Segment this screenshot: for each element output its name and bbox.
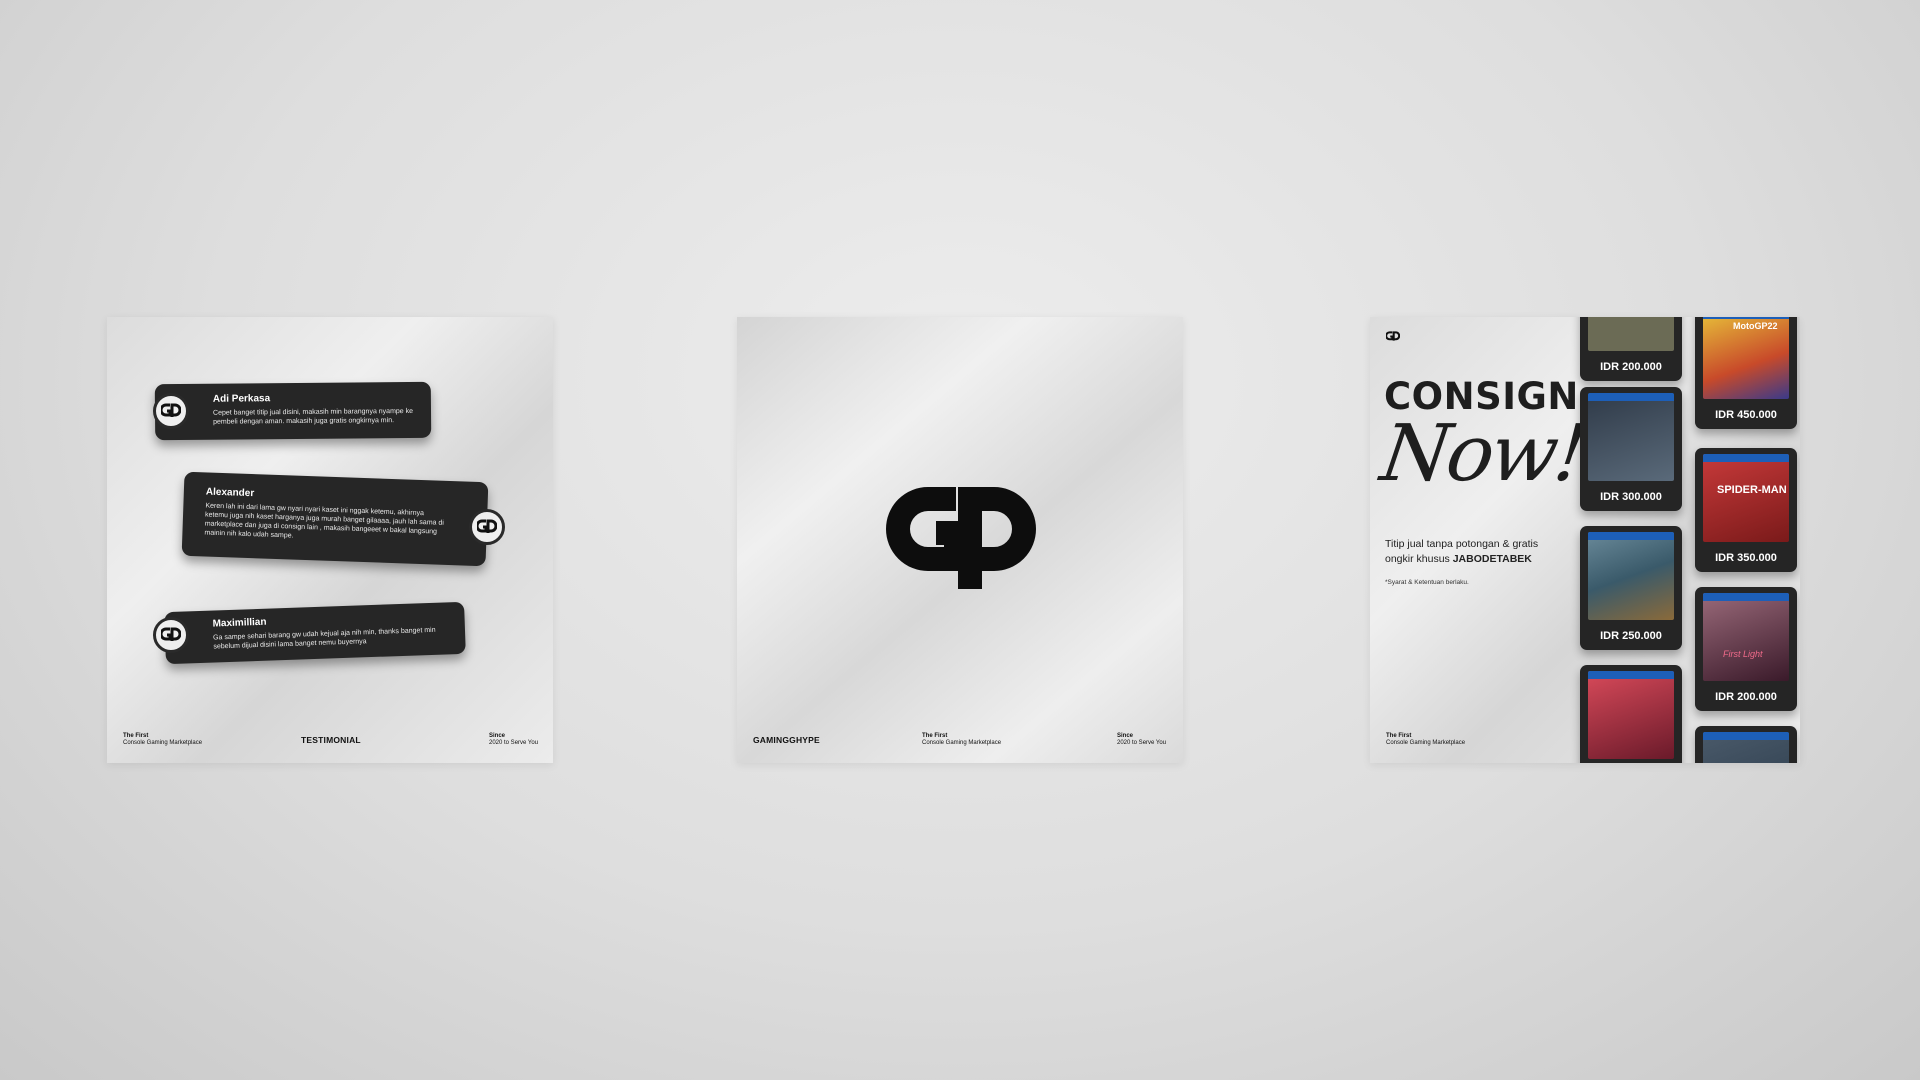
testimonial-text: Keren lah ini dari lama gw nyari nyari k…: [204, 502, 444, 540]
game-cover-image: SPIDER-MAN: [1703, 454, 1789, 542]
testimonial-card: Adi Perkasa Cepet banget titip jual disi…: [107, 317, 553, 763]
product-card[interactable]: IDR 250.000: [1580, 526, 1682, 650]
cover-title: MotoGP22: [1733, 321, 1778, 331]
footer-first: The First: [1386, 733, 1412, 739]
product-card[interactable]: MotoGP22 IDR 450.000: [1695, 317, 1797, 429]
footer-right: Since 2020 to Serve You: [1117, 733, 1166, 747]
footer-since: Since: [489, 733, 506, 739]
ps4-banner: [1703, 317, 1789, 319]
product-price: IDR 300.000: [1600, 491, 1662, 503]
consign-note: *Syarat & Ketentuan berlaku.: [1385, 579, 1469, 586]
product-price: IDR 200.000: [1715, 691, 1777, 703]
consign-card: CONSIGN Now! Titip jual tanpa potongan &…: [1370, 317, 1800, 763]
cover-title: SPIDER-MAN: [1717, 484, 1787, 496]
ps4-banner: [1588, 393, 1674, 401]
logo-card: GAMINGGHYPE The First Console Gaming Mar…: [737, 317, 1183, 763]
game-cover-image: [1588, 317, 1674, 351]
product-card[interactable]: IDR 200.000: [1580, 317, 1682, 381]
product-card[interactable]: First Light IDR 200.000: [1695, 587, 1797, 711]
footer-since: Since: [1117, 733, 1134, 739]
footer-right: Since 2020 to Serve You: [489, 733, 538, 747]
game-cover-image: [1588, 532, 1674, 620]
ps4-banner: [1588, 671, 1674, 679]
product-card[interactable]: [1695, 726, 1797, 763]
ps4-banner: [1703, 593, 1789, 601]
game-cover-image: First Light: [1703, 593, 1789, 681]
product-card[interactable]: [1580, 665, 1682, 763]
footer-first: The First: [922, 733, 948, 739]
footer-center: TESTIMONIAL: [301, 735, 361, 746]
product-price: IDR 450.000: [1715, 409, 1777, 421]
product-card[interactable]: SPIDER-MAN IDR 350.000: [1695, 448, 1797, 572]
footer-left: The First Console Gaming Marketplace: [123, 733, 202, 747]
testimonial-bubble-1: Adi Perkasa Cepet banget titip jual disi…: [154, 381, 432, 441]
game-cover-image: [1588, 393, 1674, 481]
footer-marketplace: Console Gaming Marketplace: [123, 740, 203, 746]
footer-first: The First: [123, 733, 149, 739]
footer-marketplace: Console Gaming Marketplace: [1386, 740, 1466, 746]
footer-left: GAMINGGHYPE: [753, 735, 820, 746]
ps4-banner: [1588, 532, 1674, 540]
game-cover-image: [1703, 732, 1789, 763]
ps4-banner: [1703, 454, 1789, 462]
cover-title: First Light: [1723, 649, 1763, 659]
gp-logo-icon: [153, 617, 189, 653]
brand-name: GAMINGGHYPE: [753, 735, 820, 745]
product-price: IDR 250.000: [1600, 630, 1662, 642]
testimonial-text: Cepet banget titip jual disini, makasih …: [212, 407, 414, 426]
ps4-banner: [1703, 732, 1789, 740]
consign-script: Now!: [1375, 409, 1590, 499]
product-price: IDR 350.000: [1715, 552, 1777, 564]
testimonial-bubble-3: Maximillian Ga sampe sehari barang gw ud…: [164, 601, 466, 665]
footer-left: The First Console Gaming Marketplace: [1386, 733, 1465, 747]
footer-serve: 2020 to Serve You: [489, 740, 539, 746]
consign-desc-highlight: JABODETABEK: [1452, 553, 1532, 565]
gp-logo-icon: [1386, 331, 1400, 341]
gp-logo-icon: [469, 509, 505, 545]
game-cover-image: MotoGP22: [1703, 317, 1789, 399]
game-cover-image: [1588, 671, 1674, 759]
consign-description: Titip jual tanpa potongan & gratis ongki…: [1385, 537, 1560, 567]
gp-logo-icon: [153, 393, 189, 429]
testimonial-label: TESTIMONIAL: [301, 735, 361, 745]
footer-center: The First Console Gaming Marketplace: [922, 733, 1001, 747]
gp-logo-icon: [886, 487, 1036, 589]
footer-serve: 2020 to Serve You: [1117, 740, 1167, 746]
product-card[interactable]: IDR 300.000: [1580, 387, 1682, 511]
testimonial-name: Adi Perkasa: [212, 393, 271, 405]
footer-marketplace: Console Gaming Marketplace: [922, 740, 1002, 746]
product-price: IDR 200.000: [1600, 361, 1662, 373]
testimonial-text: Ga sampe sehari barang gw udah kejual aj…: [212, 626, 436, 651]
testimonial-bubble-2: Alexander Keren lah ini dari lama gw nya…: [181, 471, 489, 567]
